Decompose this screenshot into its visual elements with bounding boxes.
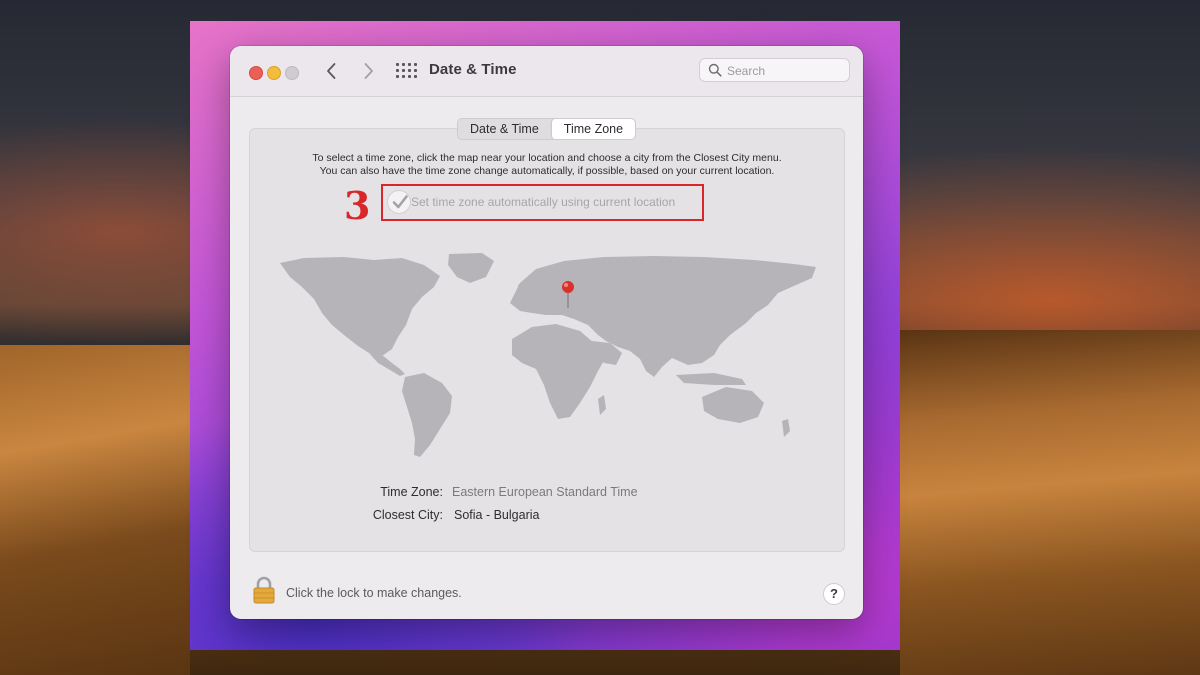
minimize-button[interactable] (267, 66, 281, 80)
search-icon (708, 63, 722, 77)
window-title: Date & Time (429, 61, 517, 78)
annotation-highlight-box (381, 184, 704, 221)
search-field[interactable] (699, 58, 850, 82)
chevron-right-icon (364, 63, 373, 79)
annotation-step-number: 3 (344, 183, 371, 228)
titlebar: Date & Time (230, 46, 863, 97)
instructions-line-2: You can also have the time zone change a… (319, 165, 775, 177)
desert-dune-left (0, 345, 190, 675)
lock-message: Click the lock to make changes. (286, 586, 462, 600)
forward-button[interactable] (357, 60, 379, 82)
closest-city-popup[interactable]: Sofia - Bulgaria (454, 508, 539, 522)
search-input[interactable] (727, 62, 845, 79)
desert-dune-right (900, 330, 1200, 675)
tab-date-time[interactable]: Date & Time (458, 119, 551, 139)
chevron-left-icon (327, 63, 336, 79)
instructions-line-1: To select a time zone, click the map nea… (312, 152, 782, 164)
help-button[interactable]: ? (823, 583, 845, 605)
time-zone-label: Time Zone: (380, 485, 443, 499)
world-map[interactable] (274, 251, 822, 463)
tab-time-zone[interactable]: Time Zone (550, 119, 636, 139)
tab-bar: Date & Time Time Zone (457, 118, 637, 140)
instructions: To select a time zone, click the map nea… (249, 152, 845, 178)
time-zone-value: Eastern European Standard Time (452, 485, 638, 499)
closest-city-label: Closest City: (372, 508, 443, 522)
date-time-preferences-window: Date & Time Date & Time Time Zone To sel… (230, 46, 863, 619)
back-button[interactable] (321, 60, 343, 82)
show-all-grid-icon[interactable] (396, 63, 417, 79)
lock-icon[interactable] (253, 576, 275, 604)
zoom-button[interactable] (285, 66, 299, 80)
location-pin-icon (562, 281, 574, 308)
close-button[interactable] (249, 66, 263, 80)
